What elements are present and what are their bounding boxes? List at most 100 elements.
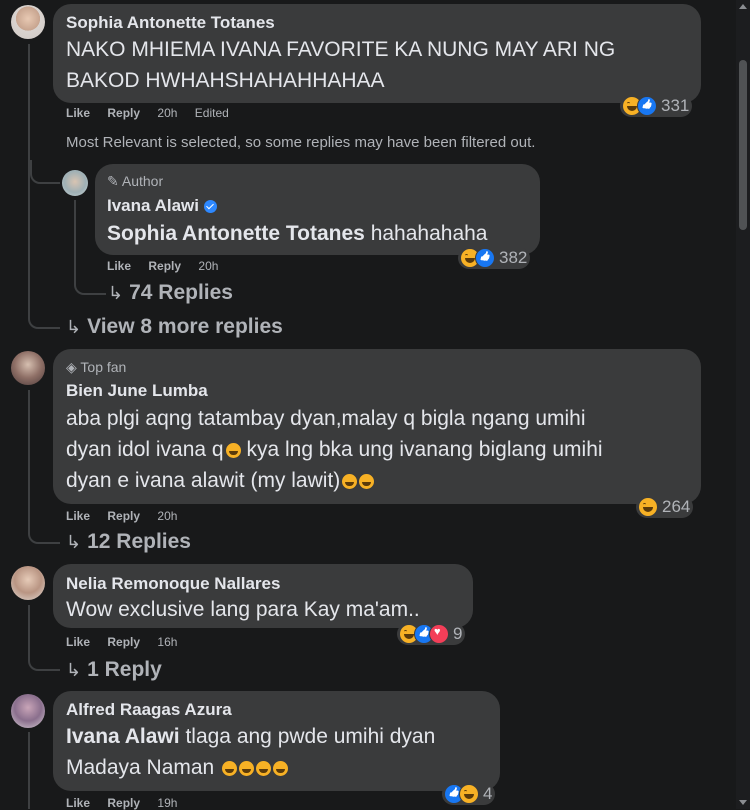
like-button[interactable]: Like (66, 635, 90, 649)
comment-author[interactable]: Bien June Lumba (66, 381, 208, 401)
timestamp[interactable]: 16h (157, 635, 177, 649)
top-fan-badge: ◈ Top fan (66, 359, 126, 376)
reply-arrow-icon: ↳ (66, 660, 82, 680)
view-replies-link[interactable]: ↳ 12 Replies (66, 530, 191, 554)
timestamp[interactable]: 20h (157, 509, 177, 523)
timestamp[interactable]: 19h (157, 796, 177, 810)
reply-button[interactable]: Reply (107, 509, 140, 523)
comment-actions: Like Reply 16h (66, 635, 191, 649)
thread-line (28, 732, 30, 809)
scrollbar[interactable] (736, 0, 750, 809)
view-replies-label[interactable]: 1 Reply (87, 658, 162, 681)
view-replies-label[interactable]: 74 Replies (129, 281, 233, 304)
comment-text-segment: tlaga ang pwde umihi dyan (185, 725, 436, 748)
thread-line (28, 390, 30, 520)
reply-author-name[interactable]: Ivana Alawi (107, 196, 199, 215)
view-replies-link[interactable]: ↳ 74 Replies (108, 281, 233, 305)
comment-actions: Like Reply 20h Edited (66, 106, 243, 120)
view-more-replies-link[interactable]: ↳ View 8 more replies (66, 315, 283, 339)
timestamp[interactable]: 20h (157, 106, 177, 120)
haha-icon (638, 497, 658, 517)
reply-arrow-icon: ↳ (66, 317, 82, 337)
comment-author[interactable]: Alfred Raagas Azura (66, 700, 232, 720)
haha-emoji-icon (222, 760, 238, 776)
author-badge: ✎ Author (107, 173, 163, 190)
scroll-up-arrow-icon[interactable] (739, 4, 747, 9)
reaction-count: 264 (662, 497, 691, 516)
reaction-summary[interactable]: 331 (620, 95, 693, 117)
reaction-summary[interactable]: 4 (442, 783, 496, 805)
comment-text: aba plgi aqng tatambay dyan,malay q bigl… (66, 403, 696, 496)
comment-text: Wow exclusive lang para Kay ma'am.. (66, 598, 420, 621)
reply-button[interactable]: Reply (107, 635, 140, 649)
top-fan-label: Top fan (80, 359, 127, 375)
view-replies-label[interactable]: 12 Replies (87, 530, 191, 553)
author-badge-label: Author (121, 173, 164, 189)
comment-text-line: Ivana Alawi tlaga ang pwde umihi dyan (66, 721, 496, 752)
comment-author[interactable]: Sophia Antonette Totanes (66, 13, 275, 33)
reaction-summary[interactable]: 9 (397, 623, 466, 645)
comment-text-segment: dyan idol ivana q (66, 438, 224, 461)
scroll-down-arrow-icon[interactable] (739, 800, 747, 805)
thread-connector (28, 520, 60, 544)
thread-connector (30, 160, 60, 184)
thread-line (28, 605, 30, 647)
mention-link[interactable]: Sophia Antonette Totanes (107, 222, 365, 245)
haha-emoji-icon (359, 473, 375, 489)
comment-text-line: dyan e ivana alawit (my lawit) (66, 465, 696, 496)
edited-label: Edited (194, 106, 229, 120)
thread-connector (74, 200, 106, 295)
like-button[interactable]: Like (66, 106, 90, 120)
avatar[interactable] (11, 351, 45, 385)
comment-text-segment: dyan e ivana alawit (my lawit) (66, 469, 341, 492)
comment-text-line: aba plgi aqng tatambay dyan,malay q bigl… (66, 407, 586, 430)
comment-actions: Like Reply 20h (66, 509, 191, 523)
love-icon (429, 624, 449, 644)
avatar[interactable] (11, 566, 45, 600)
thread-connector (28, 647, 60, 671)
reply-button[interactable]: Reply (107, 796, 140, 810)
like-button[interactable]: Like (66, 796, 90, 810)
reply-author[interactable]: Ivana Alawi (107, 196, 217, 216)
haha-emoji-icon (225, 442, 241, 458)
haha-emoji-icon (342, 473, 358, 489)
reply-text: Sophia Antonette Totanes hahahahaha (107, 218, 487, 249)
reply-arrow-icon: ↳ (108, 283, 124, 303)
reaction-count: 4 (483, 784, 493, 803)
haha-emoji-icon (256, 760, 272, 776)
like-button[interactable]: Like (107, 259, 131, 273)
haha-emoji-icon (239, 760, 255, 776)
filter-note: Most Relevant is selected, so some repli… (66, 134, 536, 151)
reply-actions: Like Reply 20h (107, 259, 232, 273)
comment-text: NAKO MHIEMA IVANA FAVORITE KA NUNG MAY A… (66, 38, 616, 92)
view-more-replies-label[interactable]: View 8 more replies (87, 315, 283, 338)
avatar[interactable] (62, 170, 88, 196)
haha-emoji-icon (273, 760, 289, 776)
scrollbar-thumb[interactable] (739, 60, 747, 230)
comment-text-segment: kya lng bka ung ivanang biglang umihi (240, 438, 603, 461)
thread-connector (28, 284, 60, 329)
diamond-icon: ◈ (66, 359, 77, 375)
view-replies-link[interactable]: ↳ 1 Reply (66, 658, 162, 682)
comment-text-segment: Madaya Naman (66, 756, 215, 779)
like-icon (475, 248, 495, 268)
comment-author[interactable]: Nelia Remonoque Nallares (66, 574, 280, 594)
mention-link[interactable]: Ivana Alawi (66, 725, 180, 748)
reply-button[interactable]: Reply (107, 106, 140, 120)
timestamp[interactable]: 20h (198, 259, 218, 273)
reply-arrow-icon: ↳ (66, 532, 82, 552)
verified-icon (203, 200, 217, 214)
reply-button[interactable]: Reply (148, 259, 181, 273)
like-button[interactable]: Like (66, 509, 90, 523)
comment-text-line: dyan idol ivana q kya lng bka ung ivanan… (66, 434, 696, 465)
comment-text-line: Madaya Naman (66, 752, 496, 783)
comment-actions: Like Reply 19h (66, 796, 191, 810)
pencil-icon: ✎ (107, 173, 119, 189)
avatar[interactable] (11, 694, 45, 728)
avatar[interactable] (11, 5, 45, 39)
haha-icon (459, 784, 479, 804)
like-icon (637, 96, 657, 116)
comment-text: Ivana Alawi tlaga ang pwde umihi dyan Ma… (66, 721, 496, 783)
reaction-summary[interactable]: 382 (458, 247, 531, 269)
reaction-summary[interactable]: 264 (636, 496, 694, 518)
